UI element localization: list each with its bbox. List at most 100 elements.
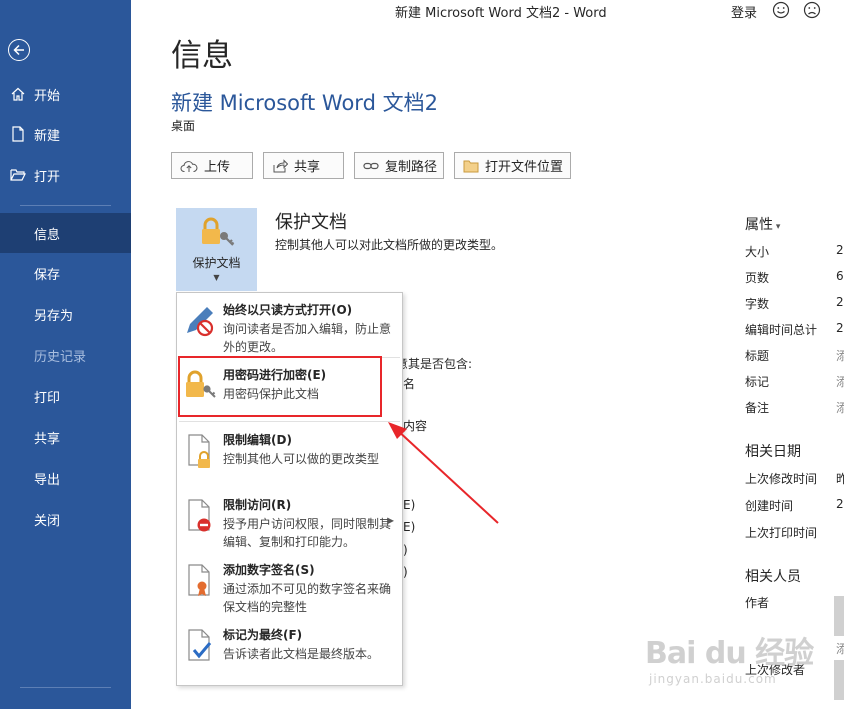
sidebar-item-label: 另存为	[34, 308, 74, 324]
share-button-label: 共享	[294, 160, 321, 175]
sidebar-item-label: 打印	[34, 390, 61, 406]
open-file-location-button[interactable]: 打开文件位置	[454, 152, 571, 179]
sidebar-item-history[interactable]: 历史记录	[0, 335, 131, 375]
menu-item-description: 告诉读者此文档是最终版本。	[223, 647, 380, 661]
menu-item-description: 询问读者是否加入编辑，防止意外的更改。	[223, 322, 392, 354]
property-label: 备注	[745, 401, 770, 415]
read-only-pen-icon	[183, 303, 219, 343]
watermark-url: jingyan.baidu.com	[649, 672, 777, 686]
sidebar-item-new[interactable]: 新建	[0, 114, 131, 154]
protect-document-heading: 保护文档	[275, 212, 347, 233]
protect-document-menu: 始终以只读方式打开(O) 询问读者是否加入编辑，防止意外的更改。 用密码进行加密…	[176, 292, 403, 686]
window-title: 新建 Microsoft Word 文档2 - Word	[395, 6, 607, 21]
annotation-arrow-icon	[388, 422, 499, 524]
sign-in-link[interactable]: 登录	[731, 2, 757, 21]
menu-item-description: 控制其他人可以做的更改类型	[223, 452, 380, 466]
home-icon	[10, 86, 26, 102]
property-label: 编辑时间总计	[745, 323, 818, 337]
property-value-tags[interactable]: 添	[836, 373, 844, 390]
back-arrow-icon[interactable]	[8, 39, 30, 61]
document-name: 新建 Microsoft Word 文档2	[171, 91, 438, 115]
property-value: 24	[836, 243, 844, 257]
avatar	[834, 596, 844, 636]
lock-key-icon	[199, 216, 235, 252]
sidebar-item-open[interactable]: 打开	[0, 155, 131, 195]
background-text: )	[403, 543, 408, 557]
sidebar-divider	[20, 205, 111, 206]
property-value-title[interactable]: 添	[836, 347, 844, 364]
mark-final-icon	[183, 628, 219, 668]
menu-item-always-read-only[interactable]: 始终以只读方式打开(O) 询问读者是否加入编辑，防止意外的更改。	[177, 301, 402, 361]
new-document-icon	[10, 126, 26, 142]
sidebar-item-info[interactable]: 信息	[0, 213, 131, 253]
sidebar-item-save[interactable]: 保存	[0, 253, 131, 293]
sidebar-item-label: 共享	[34, 431, 61, 447]
background-text: )	[403, 565, 408, 579]
protect-document-button[interactable]: 保护文档 ▼	[176, 208, 257, 291]
menu-item-restrict-editing[interactable]: 限制编辑(D) 控制其他人可以做的更改类型	[177, 431, 402, 486]
upload-button[interactable]: 上传	[171, 152, 253, 179]
menu-item-description: 通过添加不可见的数字签名来确保文档的完整性	[223, 582, 392, 614]
dropdown-caret-icon: ▼	[213, 273, 220, 282]
document-actions: 上传 共享 复制路径 打开文件位置	[171, 152, 571, 179]
menu-item-title: 标记为最终(F)	[223, 628, 303, 642]
link-icon	[363, 160, 379, 172]
add-author-link[interactable]: 添	[836, 640, 844, 657]
copy-path-button-label: 复制路径	[385, 160, 438, 175]
menu-item-title: 限制访问(R)	[223, 498, 292, 512]
sidebar-divider	[20, 687, 111, 688]
background-text: 名	[403, 377, 416, 391]
watermark-logo-text: Bai du 经验	[645, 636, 814, 671]
property-value: 20	[836, 295, 844, 309]
property-value: 6	[836, 269, 844, 283]
document-location: 桌面	[171, 119, 196, 133]
sidebar-item-label: 导出	[34, 472, 61, 488]
property-label: 上次打印时间	[745, 526, 818, 540]
related-people-heading: 相关人员	[745, 569, 801, 585]
share-button[interactable]: 共享	[263, 152, 344, 179]
properties-heading[interactable]: 属性 ▾	[745, 214, 780, 234]
menu-item-description: 授予用户访问权限，同时限制其编辑、复制和打印能力。	[223, 517, 392, 549]
frown-feedback-icon[interactable]	[803, 1, 821, 23]
sidebar-item-share[interactable]: 共享	[0, 417, 131, 457]
property-value: 2	[836, 321, 844, 335]
sidebar-item-save-as[interactable]: 另存为	[0, 294, 131, 334]
related-dates-heading: 相关日期	[745, 444, 801, 460]
menu-item-title: 始终以只读方式打开(O)	[223, 303, 353, 317]
sidebar-item-label: 关闭	[34, 513, 61, 529]
menu-item-add-digital-signature[interactable]: 添加数字签名(S) 通过添加不可见的数字签名来确保文档的完整性	[177, 561, 402, 619]
property-label: 创建时间	[745, 499, 794, 513]
upload-icon	[180, 159, 198, 173]
sidebar-item-label: 信息	[34, 227, 61, 243]
share-icon	[272, 158, 288, 173]
property-value: 20	[836, 497, 844, 511]
property-label: 标题	[745, 349, 770, 363]
copy-path-button[interactable]: 复制路径	[354, 152, 444, 179]
chevron-down-icon: ▾	[773, 222, 781, 232]
open-folder-icon	[10, 168, 26, 182]
sidebar-item-label: 打开	[34, 169, 61, 185]
folder-icon	[463, 159, 479, 173]
sidebar-item-print[interactable]: 打印	[0, 376, 131, 416]
sidebar-item-home[interactable]: 开始	[0, 74, 131, 114]
sidebar-item-close[interactable]: 关闭	[0, 499, 131, 539]
menu-item-restrict-access[interactable]: 限制访问(R) 授予用户访问权限，同时限制其编辑、复制和打印能力。 ▶	[177, 496, 402, 558]
background-text: 意其是否包含:	[396, 357, 473, 371]
avatar	[834, 660, 844, 700]
properties-heading-label: 属性	[745, 217, 773, 233]
menu-item-title: 限制编辑(D)	[223, 433, 292, 447]
smile-feedback-icon[interactable]	[772, 1, 790, 23]
sidebar-item-label: 新建	[34, 128, 61, 144]
property-label: 页数	[745, 271, 770, 285]
property-value-comments[interactable]: 添	[836, 399, 844, 416]
menu-item-mark-as-final[interactable]: 标记为最终(F) 告诉读者此文档是最终版本。	[177, 626, 402, 671]
sidebar-item-export[interactable]: 导出	[0, 458, 131, 498]
backstage-sidebar: 开始 新建 打开 信息 保存 另存为 历史记录 打印 共享 导出 关闭	[0, 0, 131, 709]
digital-signature-icon	[183, 563, 219, 603]
baidu-watermark: Bai du 经验 jingyan.baidu.com	[645, 628, 814, 686]
restrict-editing-icon	[183, 433, 219, 473]
menu-item-title: 添加数字签名(S)	[223, 563, 315, 577]
property-label: 作者	[745, 596, 770, 610]
restrict-access-icon	[183, 498, 219, 538]
open-file-location-button-label: 打开文件位置	[485, 160, 564, 175]
